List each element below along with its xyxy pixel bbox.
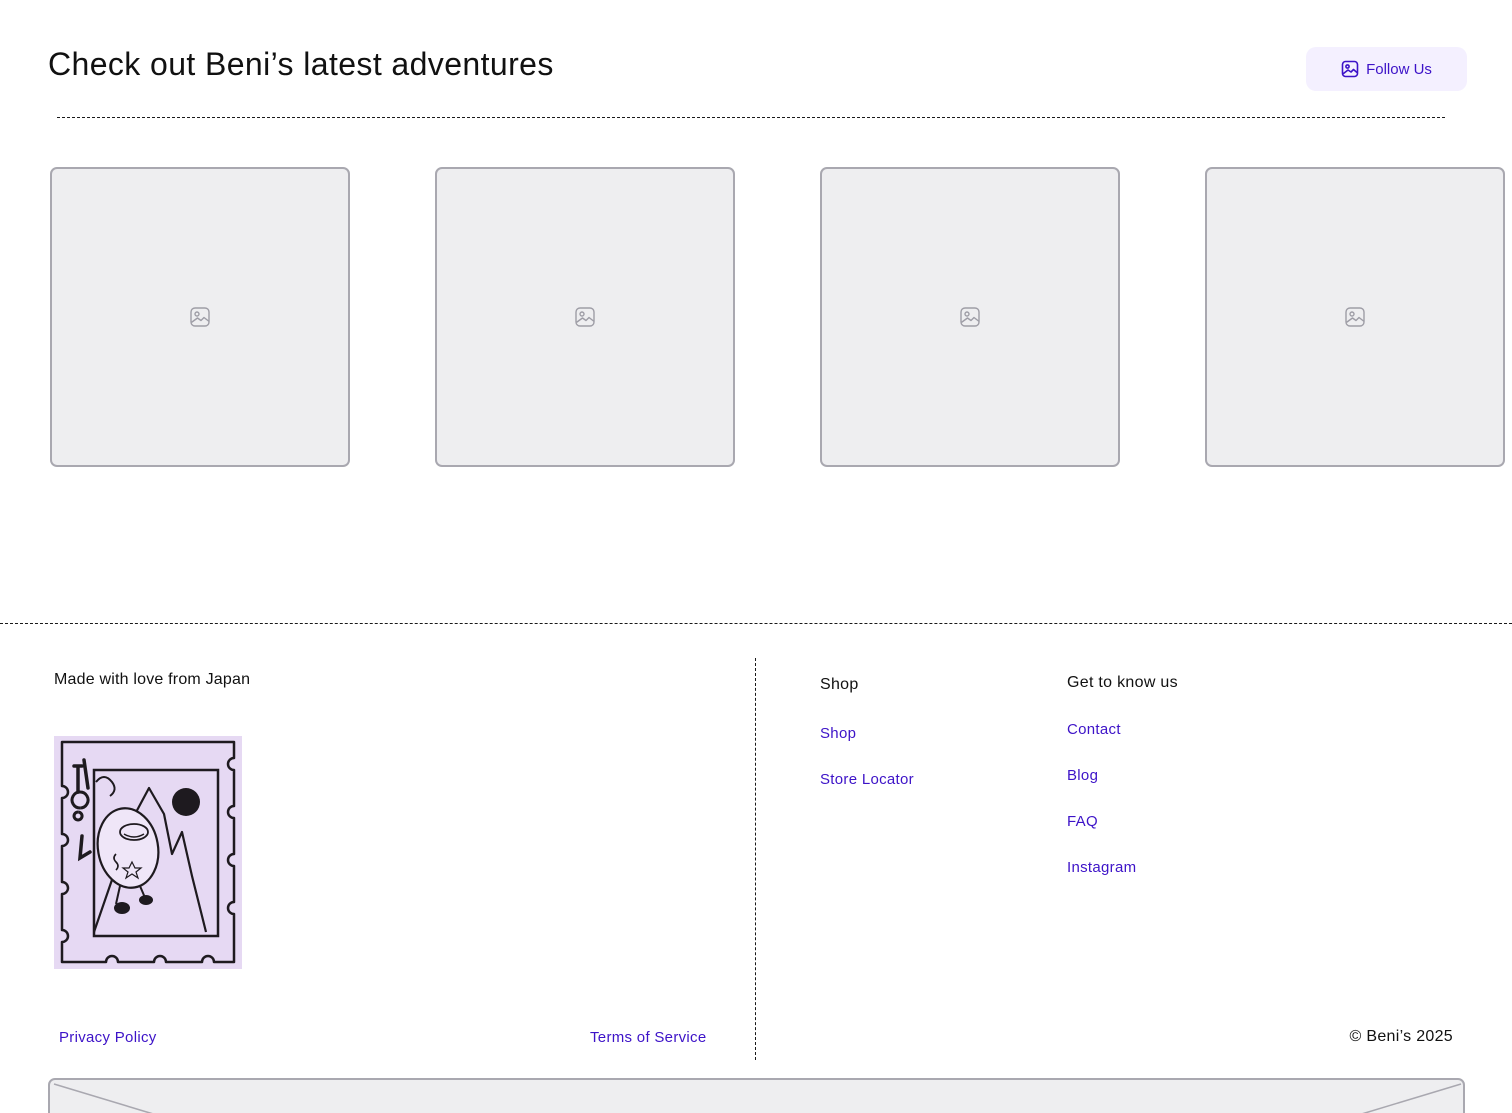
footer-link-shop[interactable]: Shop xyxy=(820,725,856,742)
image-icon xyxy=(574,306,596,328)
follow-us-button[interactable]: Follow Us xyxy=(1306,47,1467,91)
follow-us-label: Follow Us xyxy=(1366,60,1432,78)
section-title: Check out Beni’s latest adventures xyxy=(48,46,554,82)
terms-of-service-link[interactable]: Terms of Service xyxy=(590,1029,707,1046)
privacy-policy-link[interactable]: Privacy Policy xyxy=(59,1029,157,1046)
gallery-image-placeholder[interactable] xyxy=(1205,167,1505,467)
image-icon xyxy=(1341,60,1359,78)
footer-link-instagram[interactable]: Instagram xyxy=(1067,859,1136,876)
image-icon xyxy=(189,306,211,328)
footer-divider xyxy=(0,623,1512,624)
image-icon xyxy=(959,306,981,328)
footer-link-store-locator[interactable]: Store Locator xyxy=(820,771,914,788)
image-icon xyxy=(1344,306,1366,328)
copyright-text: © Beni’s 2025 xyxy=(1349,1028,1453,1045)
stamp-illustration xyxy=(54,736,242,969)
footer-link-faq[interactable]: FAQ xyxy=(1067,813,1098,830)
gallery-image-placeholder[interactable] xyxy=(50,167,350,467)
footer-image-placeholder xyxy=(48,1078,1465,1113)
footer-column-divider xyxy=(755,658,756,1060)
footer-heading-get-to-know-us: Get to know us xyxy=(1067,674,1178,691)
gallery-image-placeholder[interactable] xyxy=(435,167,735,467)
footer-tagline: Made with love from Japan xyxy=(54,671,251,688)
page: Check out Beni’s latest adventures Follo… xyxy=(0,0,1512,1113)
footer-heading-shop: Shop xyxy=(820,676,859,693)
footer-link-blog[interactable]: Blog xyxy=(1067,767,1098,784)
header-divider xyxy=(57,117,1445,118)
gallery-image-placeholder[interactable] xyxy=(820,167,1120,467)
footer-link-contact[interactable]: Contact xyxy=(1067,721,1121,738)
